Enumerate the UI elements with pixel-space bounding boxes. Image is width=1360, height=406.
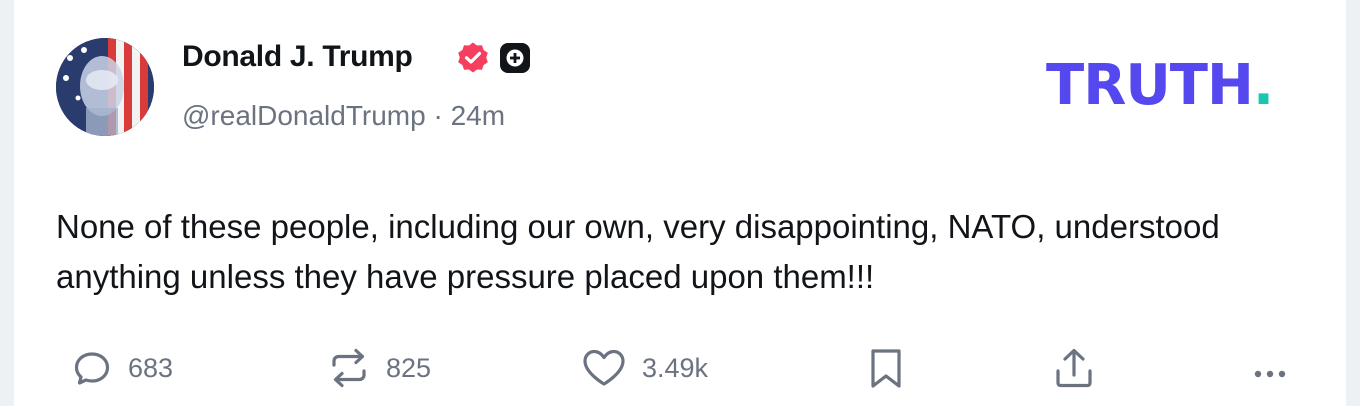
verified-badge-icon — [458, 42, 488, 73]
author-meta: @realDonaldTrump · 24m — [182, 100, 505, 132]
share-button[interactable] — [1052, 340, 1096, 396]
post-card: Donald J. Trump @realDonaldTrump · 24m T… — [14, 0, 1346, 406]
bookmark-button[interactable] — [864, 340, 908, 396]
like-button[interactable]: 3.49k — [580, 340, 708, 396]
retruth-count: 825 — [386, 352, 432, 383]
logo-dot: . — [1252, 53, 1274, 118]
retruth-button[interactable]: 825 — [326, 340, 431, 396]
heart-icon — [583, 349, 625, 386]
author-display-name[interactable]: Donald J. Trump — [182, 40, 413, 74]
reply-button[interactable]: 683 — [70, 340, 173, 396]
more-options-button[interactable] — [1248, 340, 1292, 396]
reply-count: 683 — [128, 352, 174, 383]
comment-icon — [74, 352, 110, 385]
share-icon — [1056, 348, 1092, 388]
truth-logo: TRUTH. — [1046, 58, 1274, 114]
repost-icon — [332, 348, 366, 388]
plus-badge-icon — [500, 43, 530, 73]
avatar-image — [56, 38, 154, 136]
post-body: None of these people, including our own,… — [56, 208, 1220, 295]
avatar[interactable] — [56, 38, 154, 136]
more-icon — [1254, 370, 1286, 378]
logo-text: TRUTH — [1046, 53, 1254, 118]
bookmark-icon — [871, 349, 901, 388]
like-count: 3.49k — [642, 352, 709, 383]
action-bar: 683 825 3.49k — [14, 340, 1346, 400]
meta-separator: · — [433, 100, 443, 131]
author-handle[interactable]: @realDonaldTrump — [182, 100, 426, 131]
post-timestamp[interactable]: 24m — [451, 100, 505, 131]
